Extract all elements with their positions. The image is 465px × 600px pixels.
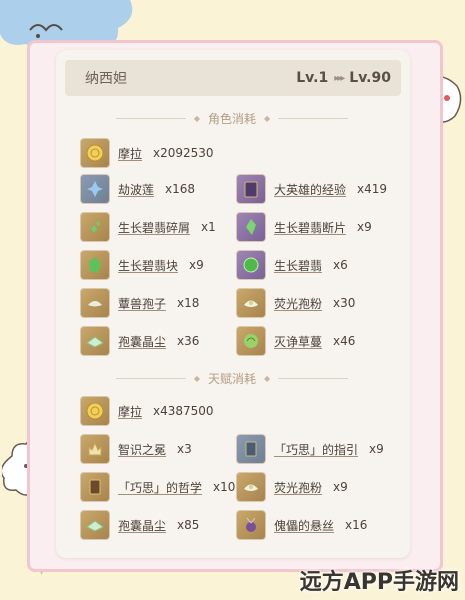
material-qty: x46 [333, 334, 356, 348]
material-label: 「巧思」的哲学 [118, 480, 203, 495]
material-item-kalpalata-lotus[interactable]: 劫波莲 x168 [80, 174, 195, 204]
diamond-icon: ◆ [193, 373, 200, 383]
material-item-emerald-sliver[interactable]: 生长碧翡碎屑 x1 [80, 212, 216, 242]
puppet-strings-icon [236, 510, 266, 540]
material-qty: x6 [333, 258, 348, 272]
diamond-icon: ◆ [264, 373, 271, 383]
material-item-emerald-fragment[interactable]: 生长碧翡断片 x9 [236, 212, 372, 242]
character-name: 纳西妲 [85, 71, 127, 87]
material-qty: x9 [357, 220, 372, 234]
material-item-quelled-creeper[interactable]: 灭诤草蔓 x46 [236, 326, 355, 356]
material-item-emerald-gemstone[interactable]: 生长碧翡 x6 [236, 250, 348, 280]
quelled-creeper-icon [236, 326, 266, 356]
material-item-mora[interactable]: 摩拉 x2092530 [80, 138, 214, 168]
material-label: 傀儡的悬丝 [274, 518, 335, 533]
talent-item-guide-ingenuity[interactable]: 「巧思」的指引 x9 [236, 434, 384, 464]
nagadus-emerald-chunk-icon [80, 250, 110, 280]
talent-item-philosophies-ingenuity[interactable]: 「巧思」的哲学 x106 [80, 472, 243, 502]
material-qty: x1 [201, 220, 216, 234]
talent-item-puppet-strings[interactable]: 傀儡的悬丝 x16 [236, 510, 367, 540]
material-qty: x168 [165, 182, 196, 196]
kalpalata-lotus-icon [80, 174, 110, 204]
material-label: 生长碧翡块 [118, 258, 179, 273]
diamond-icon: ◆ [193, 113, 200, 123]
material-qty: x2092530 [153, 146, 214, 160]
ascension-section-title: ◆ 角色消耗 ◆ [116, 110, 349, 126]
material-label: 大英雄的经验 [274, 182, 347, 197]
crown-of-insight-icon [80, 434, 110, 464]
site-watermark: 远方APP手游网 [299, 570, 459, 595]
nagadus-emerald-sliver-icon [80, 212, 110, 242]
material-item-luminescent-pollen[interactable]: 荧光孢粉 x30 [236, 288, 355, 318]
material-qty: x419 [357, 182, 388, 196]
crystalline-cyst-dust-icon [80, 510, 110, 540]
material-label: 生长碧翡碎屑 [118, 220, 191, 235]
material-label: 摩拉 [118, 146, 143, 161]
material-item-heros-wit[interactable]: 大英雄的经验 x419 [236, 174, 387, 204]
talent-item-crown-of-insight[interactable]: 智识之冕 x3 [80, 434, 192, 464]
material-qty: x4387500 [153, 404, 214, 418]
level-range: Lv.1 ▸▸▸ Lv.90 [296, 70, 391, 86]
material-label: 孢囊晶尘 [118, 518, 167, 533]
material-qty: x9 [333, 480, 348, 494]
talent-item-luminescent-pollen[interactable]: 荧光孢粉 x9 [236, 472, 348, 502]
material-qty: x9 [369, 442, 384, 456]
material-qty: x9 [189, 258, 204, 272]
luminescent-pollen-icon [236, 472, 266, 502]
material-label: 摩拉 [118, 404, 143, 419]
material-qty: x3 [177, 442, 192, 456]
luminescent-pollen-icon [236, 288, 266, 318]
material-label: 荧光孢粉 [274, 296, 323, 311]
mora-coin-icon [80, 138, 110, 168]
heros-wit-icon [236, 174, 266, 204]
material-qty: x85 [177, 518, 200, 532]
material-label: 荧光孢粉 [274, 480, 323, 495]
material-item-fungal-spores[interactable]: 蕈兽孢子 x18 [80, 288, 199, 318]
material-qty: x18 [177, 296, 200, 310]
mora-coin-icon [80, 396, 110, 426]
material-label: 智识之冕 [118, 442, 167, 457]
material-label: 劫波莲 [118, 182, 155, 197]
material-qty: x16 [345, 518, 368, 532]
talent-section-title: ◆ 天赋消耗 ◆ [116, 370, 349, 386]
material-label: 蕈兽孢子 [118, 296, 167, 311]
nagadus-emerald-gemstone-icon [236, 250, 266, 280]
material-label: 孢囊晶尘 [118, 334, 167, 349]
crystalline-cyst-dust-icon [80, 326, 110, 356]
material-item-crystalline-cyst-dust[interactable]: 孢囊晶尘 x36 [80, 326, 199, 356]
character-header: 纳西妲 Lv.1 ▸▸▸ Lv.90 [65, 60, 401, 96]
material-qty: x30 [333, 296, 356, 310]
talent-item-mora[interactable]: 摩拉 x4387500 [80, 396, 214, 426]
philosophies-of-ingenuity-icon [80, 472, 110, 502]
material-label: 生长碧翡 [274, 258, 323, 273]
level-to: Lv.90 [349, 70, 391, 86]
material-label: 生长碧翡断片 [274, 220, 347, 235]
material-item-emerald-chunk[interactable]: 生长碧翡块 x9 [80, 250, 204, 280]
guide-to-ingenuity-icon [236, 434, 266, 464]
talent-item-crystalline-cyst-dust[interactable]: 孢囊晶尘 x85 [80, 510, 199, 540]
material-qty: x36 [177, 334, 200, 348]
material-label: 「巧思」的指引 [274, 442, 359, 457]
arrow-right-icon: ▸▸▸ [334, 72, 345, 84]
materials-card: 纳西妲 Lv.1 ▸▸▸ Lv.90 ◆ 角色消耗 ◆ 摩拉 x2092530 … [56, 50, 410, 558]
level-from: Lv.1 [296, 70, 329, 86]
nagadus-emerald-fragment-icon [236, 212, 266, 242]
diamond-icon: ◆ [264, 113, 271, 123]
material-label: 灭诤草蔓 [274, 334, 323, 349]
fungal-spores-icon [80, 288, 110, 318]
